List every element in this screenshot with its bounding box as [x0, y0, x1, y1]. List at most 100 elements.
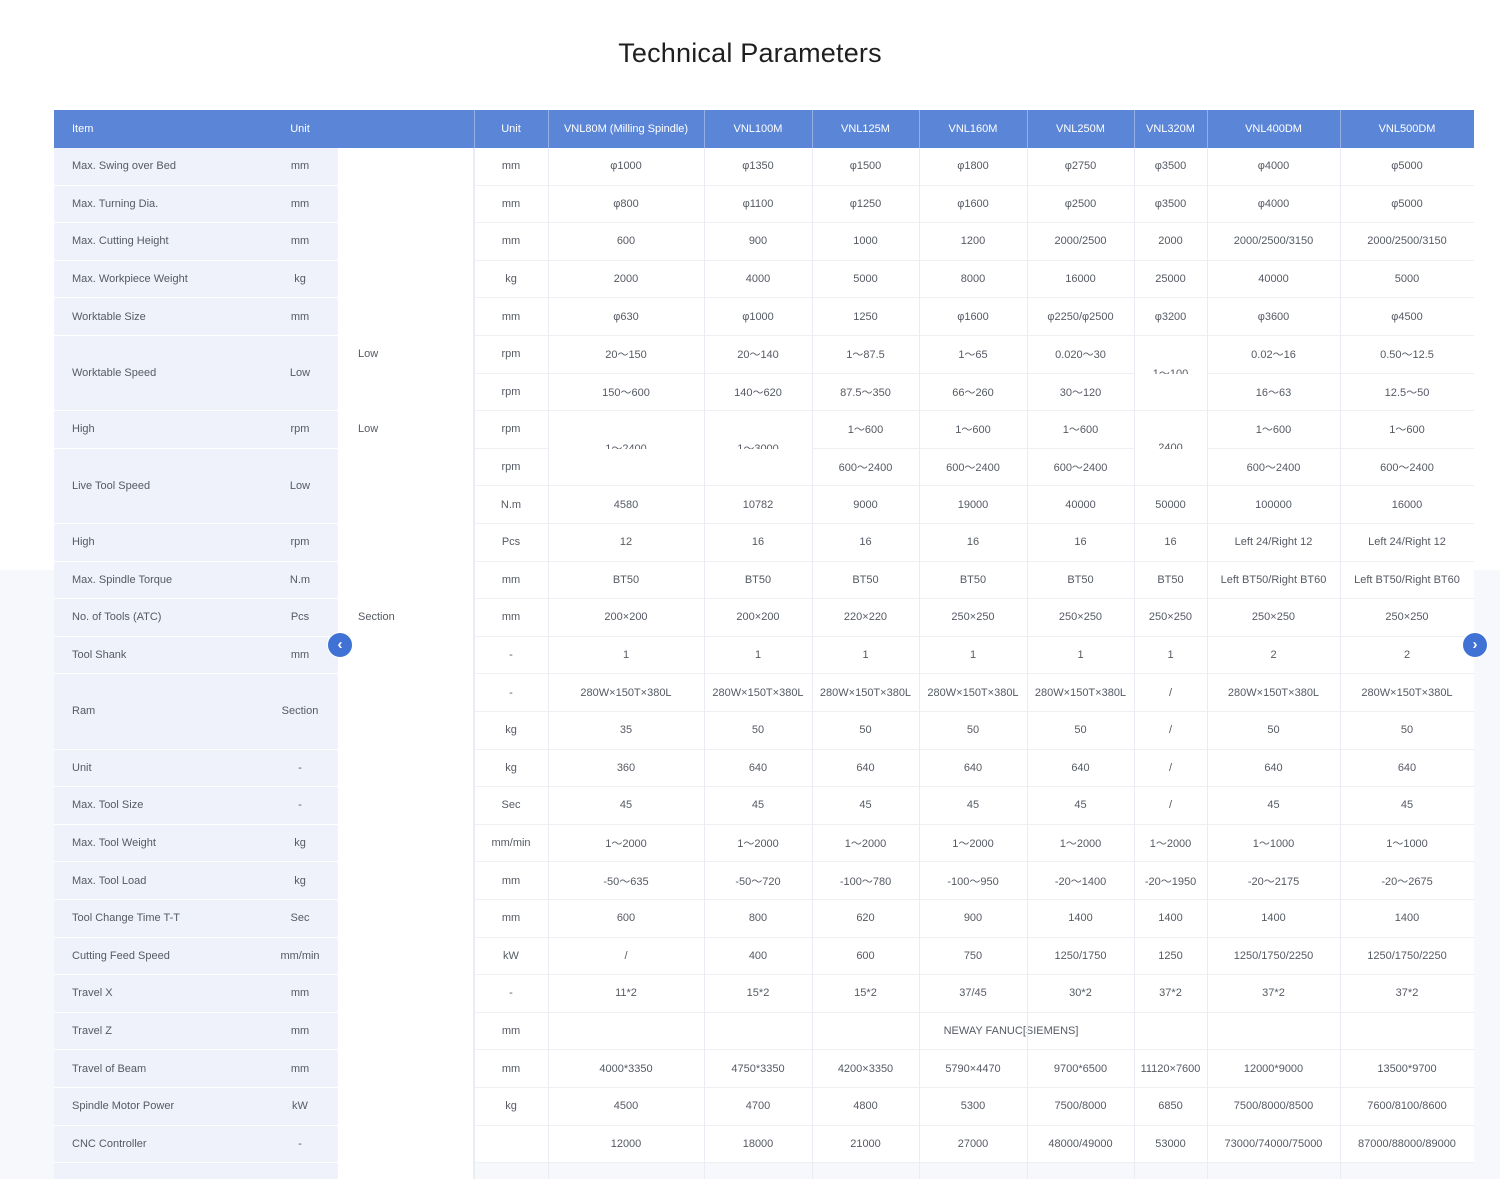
item-row: High rpm	[54, 524, 338, 562]
item-name: CNC Controller	[72, 1137, 147, 1150]
item-unit: mm	[290, 987, 310, 1000]
table-cell: -20～2175	[1207, 862, 1340, 899]
table-cell: -20～1950	[1134, 862, 1207, 899]
table-cell: φ3600	[1207, 298, 1340, 335]
table-cell: Left 24/Right 12	[1340, 524, 1474, 561]
header-model-5: VNL320M	[1146, 123, 1195, 135]
sub-label: Section	[358, 611, 395, 624]
table-cell: 20～150	[548, 336, 704, 373]
item-name: Live Tool Speed	[72, 479, 151, 492]
row-unit: mm	[474, 599, 548, 636]
header-model-2: VNL125M	[841, 123, 890, 135]
table-cell: 150～600	[548, 373, 704, 411]
table-cell: 900	[919, 900, 1027, 937]
table-cell: 12000	[548, 1125, 704, 1163]
table-cell: 1～2000	[548, 824, 704, 862]
row-unit: mm	[474, 862, 548, 899]
table-cell: 2	[1340, 636, 1474, 674]
table-cell: 12000*9000	[1207, 1050, 1340, 1087]
table-cell: 1	[548, 636, 704, 674]
table-cell: 2000/2500	[1027, 223, 1134, 260]
item-unit: -	[298, 799, 302, 812]
table-cell: 1000	[812, 223, 919, 260]
table-cell: 1	[704, 636, 812, 674]
table-cell: 50	[1027, 712, 1134, 749]
table-cell: 13500*9700	[1340, 1050, 1474, 1087]
table-cell: φ3200	[1134, 298, 1207, 335]
item-row: Ram Section	[54, 674, 338, 750]
table-cell: 4800	[812, 1088, 919, 1125]
item-name: Max. Cutting Height	[72, 235, 169, 248]
item-unit: kg	[294, 273, 306, 286]
table-cell: -100～950	[919, 862, 1027, 899]
table-cell: 220×220	[812, 599, 919, 636]
item-unit: mm/min	[280, 949, 320, 962]
table-cell: 45	[919, 787, 1027, 824]
table-cell: 2000	[548, 260, 704, 298]
row-unit: -	[474, 975, 548, 1012]
table-cell: 1250/1750	[1027, 937, 1134, 975]
header-separator	[1027, 110, 1028, 148]
table-cell: 280W×150T×380L	[919, 674, 1027, 711]
item-name: Travel X	[72, 987, 113, 1000]
table-cell: φ5000	[1340, 148, 1474, 185]
next-arrow-button[interactable]: ›	[1462, 632, 1488, 658]
item-row: Max. Turning Dia. mm	[54, 186, 338, 224]
item-unit: kg	[294, 874, 306, 887]
item-row: Unit -	[54, 750, 338, 788]
table-cell: 1～2000	[1027, 824, 1134, 862]
table-cell: φ2500	[1027, 185, 1134, 223]
table-cell: 600	[812, 937, 919, 975]
table-cell: -50～720	[704, 862, 812, 899]
table-header: Item Unit Unit VNL80M (Milling Spindle) V…	[54, 110, 1474, 148]
header-model-3: VNL160M	[948, 123, 998, 135]
item-unit: rpm	[290, 536, 310, 549]
table-cell: 640	[704, 749, 812, 787]
table-cell: φ1500	[812, 148, 919, 185]
table-cell: 87000/88000/89000	[1340, 1125, 1474, 1163]
item-name: No. of Tools (ATC)	[72, 611, 162, 624]
row-unit: N.m	[474, 486, 548, 523]
item-row: Max. Tool Weight kg	[54, 825, 338, 863]
table-cell: 1	[812, 636, 919, 674]
table-cell: 620	[812, 900, 919, 937]
item-unit: Section	[281, 705, 319, 718]
table-cell: 1～600	[1207, 411, 1340, 448]
table-cell: φ3500	[1134, 148, 1207, 185]
table-cell: 280W×150T×380L	[704, 674, 812, 711]
table-cell: 200×200	[548, 599, 704, 636]
item-name: Travel of Beam	[72, 1062, 147, 1075]
header-model-4: VNL250M	[1056, 123, 1105, 135]
table-cell: 45	[1340, 787, 1474, 824]
column-divider	[1134, 148, 1135, 1179]
item-unit: mm	[290, 1062, 310, 1075]
header-model-6: VNL400DM	[1245, 123, 1302, 135]
row-unit: kg	[474, 749, 548, 787]
item-name: Cutting Feed Speed	[72, 949, 170, 962]
item-unit: kW	[292, 1100, 308, 1113]
table-cell: 50	[919, 712, 1027, 749]
table-cell: 1～600	[1027, 411, 1134, 448]
table-cell: 16	[1027, 524, 1134, 561]
table-cell: 16000	[1340, 486, 1474, 523]
table-cell: 10782	[704, 486, 812, 523]
table-cell: 16	[1134, 524, 1207, 561]
table-cell: BT50	[548, 561, 704, 599]
item-unit: N.m	[289, 573, 311, 586]
table-cell: 4700	[704, 1088, 812, 1125]
table-cell: 4500	[548, 1088, 704, 1125]
table-cell: φ1350	[704, 148, 812, 185]
prev-arrow-button[interactable]: ‹	[327, 632, 353, 658]
header-separator	[704, 110, 705, 148]
table-cell: 20～140	[704, 336, 812, 373]
item-row: Max. Spindle Torque N.m	[54, 562, 338, 600]
table-cell: 280W×150T×380L	[812, 674, 919, 711]
item-row: High rpm	[54, 411, 338, 449]
table-cell: 16	[919, 524, 1027, 561]
table-cell: φ4000	[1207, 148, 1340, 185]
table-cell: 16000	[1027, 260, 1134, 298]
row-unit: mm	[474, 223, 548, 260]
table-cell: 50	[812, 712, 919, 749]
table-cell: 250×250	[1134, 599, 1207, 636]
header-unit: Unit	[290, 123, 310, 135]
